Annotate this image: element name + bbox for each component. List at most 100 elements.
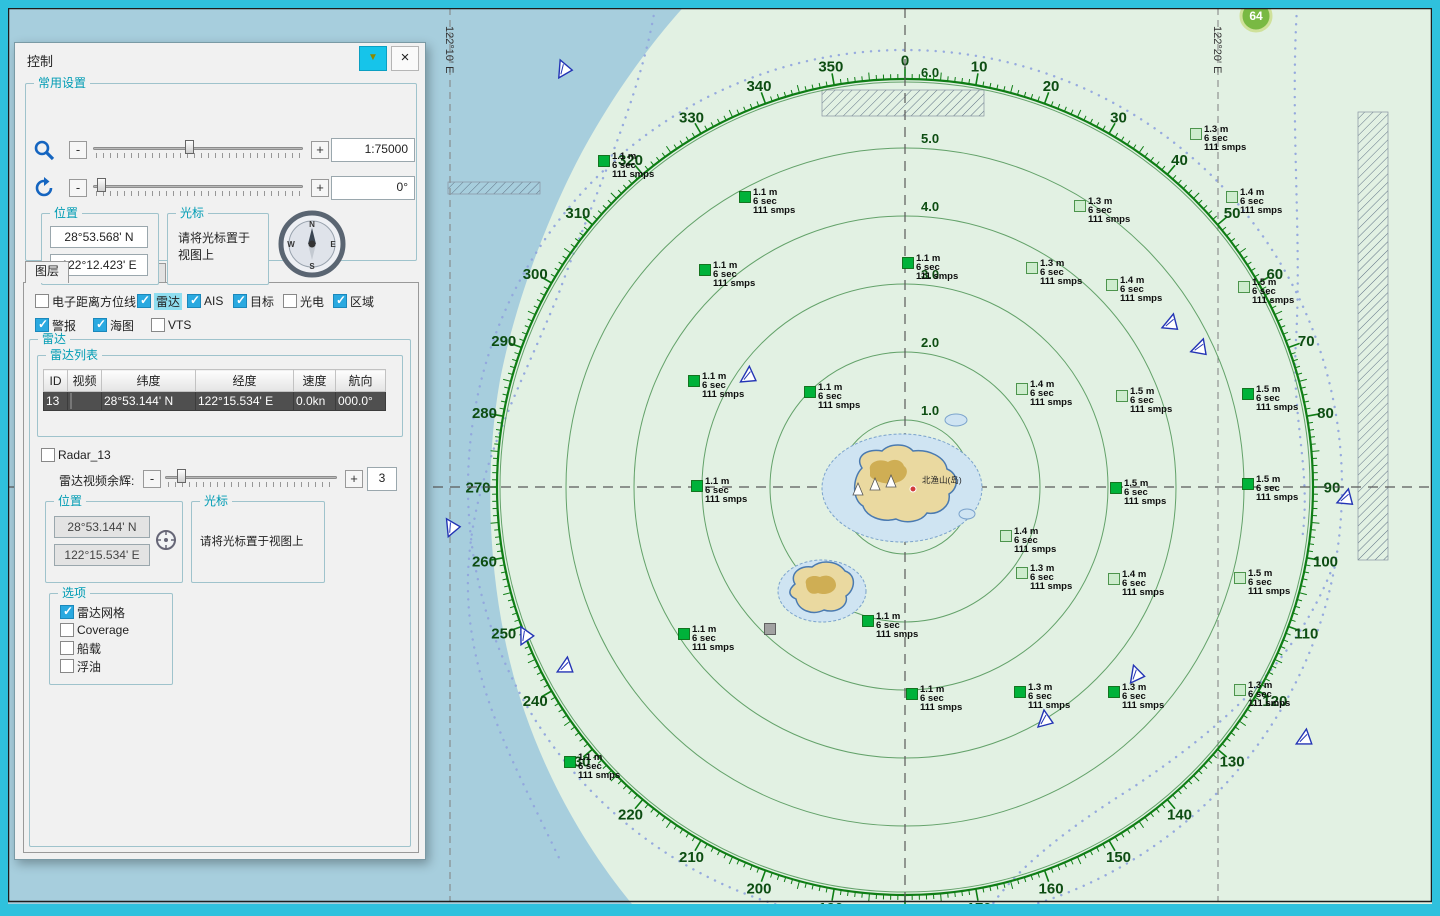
svg-text:111 smps: 111 smps	[1014, 544, 1056, 555]
svg-text:111 smps: 111 smps	[1252, 295, 1294, 306]
cursor-hint: 请将光标置于视图上	[178, 230, 260, 264]
group-radar-options-legend: 选项	[58, 586, 90, 600]
option-checkbox-oil-slick[interactable]: 浮油	[60, 658, 101, 674]
checkbox-box	[137, 294, 151, 308]
group-cursor-legend: 光标	[176, 206, 208, 220]
svg-text:S: S	[309, 262, 315, 271]
svg-text:111 smps: 111 smps	[713, 278, 755, 289]
svg-text:111 smps: 111 smps	[916, 271, 958, 282]
checkbox-box	[41, 448, 55, 462]
afterglow-increase-button[interactable]: +	[345, 470, 363, 488]
svg-text:111 smps: 111 smps	[1122, 587, 1164, 598]
svg-text:1.0: 1.0	[921, 403, 939, 418]
tab-layers[interactable]: 图层	[25, 261, 69, 283]
svg-text:111 smps: 111 smps	[1122, 700, 1164, 711]
svg-text:70: 70	[1298, 333, 1315, 350]
radar-lon-cell: 122°15.534' E	[196, 392, 294, 411]
checkbox-box	[283, 294, 297, 308]
rotation-decrease-button[interactable]: -	[69, 179, 87, 197]
scale-value-field[interactable]: 1:75000	[331, 138, 415, 162]
svg-text:111 smps: 111 smps	[702, 389, 744, 400]
radar-position-lat-field[interactable]: 28°53.144' N	[54, 516, 150, 538]
afterglow-value-field[interactable]: 3	[367, 467, 397, 491]
layer-checkbox-ais[interactable]: AIS	[187, 293, 223, 309]
svg-text:111 smps: 111 smps	[1120, 293, 1162, 304]
svg-text:111 smps: 111 smps	[1088, 214, 1130, 225]
svg-text:111 smps: 111 smps	[705, 494, 747, 505]
svg-text:240: 240	[523, 693, 548, 710]
afterglow-slider[interactable]	[165, 468, 337, 488]
slider-thumb[interactable]	[97, 178, 106, 192]
scale-decrease-button[interactable]: -	[69, 141, 87, 159]
checkbox-box	[333, 294, 347, 308]
app-window: 122°10' E122°20' E1.02.03.04.05.06.00102…	[0, 0, 1440, 916]
svg-text:4.0: 4.0	[921, 199, 939, 214]
option-checkbox-radar-grid[interactable]: 雷达网格	[60, 604, 125, 620]
layer-checkbox-target[interactable]: 目标	[233, 293, 274, 309]
group-common-settings-legend: 常用设置	[34, 76, 90, 90]
layer-checkbox-optronics[interactable]: 光电	[283, 293, 324, 309]
rotation-value-field[interactable]: 0°	[331, 176, 415, 200]
svg-text:150: 150	[1106, 849, 1131, 866]
svg-text:111 smps: 111 smps	[1256, 492, 1298, 503]
layer-checkbox-radar[interactable]: 雷达	[137, 293, 182, 309]
svg-text:111 smps: 111 smps	[818, 400, 860, 411]
rotation-increase-button[interactable]: +	[311, 179, 329, 197]
radar-table-row[interactable]: 13 28°53.144' N 122°15.534' E 0.0kn 000.…	[44, 392, 386, 411]
svg-text:111 smps: 111 smps	[1040, 276, 1082, 287]
svg-text:111 smps: 111 smps	[1248, 698, 1290, 709]
radar-lat-cell: 28°53.144' N	[102, 392, 196, 411]
checkbox-box	[35, 318, 49, 332]
svg-text:250: 250	[491, 625, 516, 642]
scale-increase-button[interactable]: +	[311, 141, 329, 159]
position-lat-field[interactable]: 28°53.568' N	[50, 226, 148, 248]
svg-text:W: W	[287, 240, 295, 249]
slider-ticks	[96, 153, 300, 158]
checkbox-label: 雷达网格	[77, 604, 125, 621]
panel-close-button[interactable]: ×	[391, 46, 419, 71]
layer-checkbox-area[interactable]: 区域	[333, 293, 374, 309]
svg-text:111 smps: 111 smps	[612, 169, 654, 180]
option-checkbox-shipborne[interactable]: 船载	[60, 640, 101, 656]
radar13-checkbox[interactable]: Radar_13	[41, 447, 111, 463]
radar-position-lon-field[interactable]: 122°15.534' E	[54, 544, 150, 566]
column-header: 视频	[68, 370, 102, 392]
slider-thumb[interactable]	[177, 469, 186, 483]
checkbox-label: AIS	[204, 294, 223, 308]
checkbox-label: Coverage	[77, 623, 129, 637]
video-checkbox[interactable]	[70, 393, 72, 409]
radar-course-cell: 000.0°	[336, 392, 386, 411]
group-cursor: 光标 请将光标置于视图上	[167, 213, 269, 285]
position-picker-icon[interactable]	[154, 528, 178, 555]
column-header: 航向	[336, 370, 386, 392]
svg-text:350: 350	[818, 59, 843, 76]
checkbox-box	[60, 641, 74, 655]
afterglow-decrease-button[interactable]: -	[143, 470, 161, 488]
svg-text:30: 30	[1110, 109, 1127, 126]
checkbox-label: VTS	[168, 318, 191, 332]
radar-speed-cell: 0.0kn	[294, 392, 336, 411]
checkbox-box	[60, 623, 74, 637]
svg-text:122°20' E: 122°20' E	[1211, 26, 1223, 73]
panel-title: 控制	[27, 51, 53, 70]
svg-text:64: 64	[1249, 9, 1263, 23]
layer-checkbox-ebl[interactable]: 电子距离方位线	[35, 293, 136, 309]
panel-titlebar[interactable]: 控制 ▼ ×	[15, 43, 425, 73]
svg-text:140: 140	[1167, 806, 1192, 823]
svg-text:北渔山(岛): 北渔山(岛)	[922, 475, 962, 485]
radar-table[interactable]: ID 视频 纬度 经度 速度 航向 13 28°53.144' N 122°15…	[43, 369, 386, 411]
svg-text:111 smps: 111 smps	[1248, 586, 1290, 597]
layer-checkbox-chart[interactable]: 海图	[93, 317, 134, 333]
panel-menu-button[interactable]: ▼	[359, 46, 387, 71]
layer-checkbox-vts[interactable]: VTS	[151, 317, 191, 333]
option-checkbox-coverage[interactable]: Coverage	[60, 622, 129, 638]
scale-slider[interactable]	[93, 139, 303, 159]
radar-cursor-hint: 请将光标置于视图上	[200, 534, 320, 551]
slider-thumb[interactable]	[185, 140, 194, 154]
layer-checkbox-alarm[interactable]: 警报	[35, 317, 76, 333]
checkbox-label: 警报	[52, 317, 76, 334]
svg-text:100: 100	[1313, 553, 1338, 570]
rotation-slider[interactable]	[93, 177, 303, 197]
svg-text:50: 50	[1224, 205, 1241, 222]
svg-text:110: 110	[1294, 625, 1318, 642]
